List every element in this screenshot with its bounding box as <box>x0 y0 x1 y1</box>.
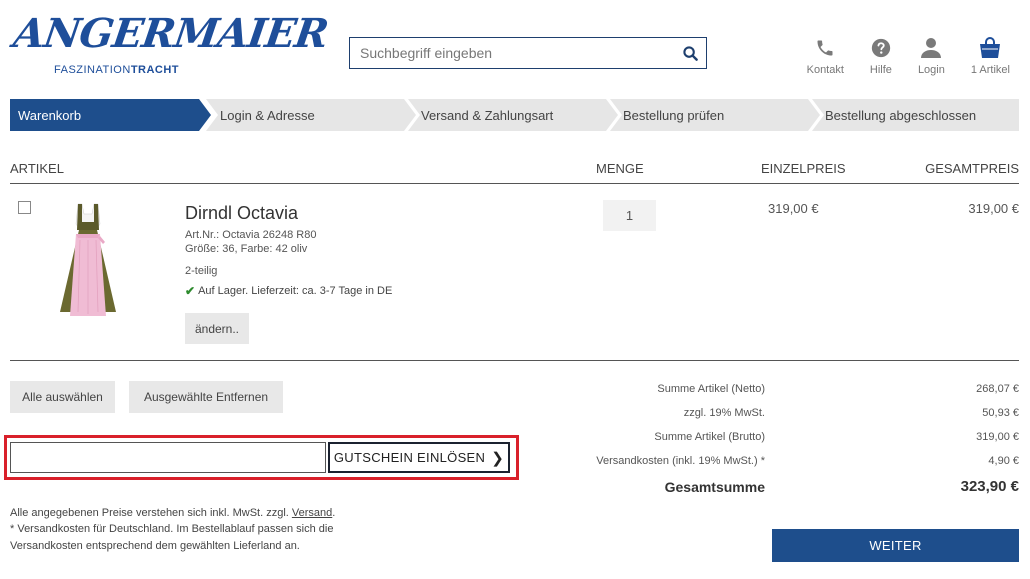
step-complete[interactable]: Bestellung abgeschlossen <box>812 99 1019 131</box>
step-review-label: Bestellung prüfen <box>623 107 725 123</box>
help-label: Hilfe <box>869 64 892 76</box>
stock-status: ✔ Auf Lager. Lieferzeit: ca. 3-7 Tage in… <box>185 284 392 298</box>
item-name[interactable]: Dirndl Octavia <box>185 203 298 224</box>
shipping-note-1: * Versandkosten für Deutschland. Im Best… <box>10 523 334 535</box>
redeem-voucher-button[interactable]: GUTSCHEIN EINLÖSEN ❯ <box>328 442 510 473</box>
remove-selected-button[interactable]: Ausgewählte Entfernen <box>129 381 283 413</box>
checkmark-icon: ✔ <box>185 284 196 298</box>
item-checkbox[interactable] <box>18 201 31 214</box>
column-unit-price: EINZELPREIS <box>761 161 846 176</box>
shipping-link[interactable]: Versand <box>292 507 332 519</box>
total-price: 319,00 € <box>968 201 1019 216</box>
quantity-field[interactable]: 1 <box>603 200 656 231</box>
cart-table-header: ARTIKEL MENGE EINZELPREIS GESAMTPREIS <box>10 161 1019 184</box>
change-item-button[interactable]: ändern.. <box>185 313 249 344</box>
stock-text: Auf Lager. Lieferzeit: ca. 3-7 Tage in D… <box>198 285 393 297</box>
row-divider <box>10 360 1019 361</box>
redeem-voucher-label: GUTSCHEIN EINLÖSEN <box>333 450 486 465</box>
search-button[interactable] <box>674 38 706 68</box>
price-note: Alle angegebenen Preise verstehen sich i… <box>10 507 335 519</box>
checkout-steps: Warenkorb Login & Adresse Versand & Zahl… <box>10 99 1019 131</box>
step-login-label: Login & Adresse <box>220 107 315 123</box>
search-icon <box>682 45 698 61</box>
voucher-code-input[interactable] <box>10 442 326 473</box>
grand-total-value: 323,90 € <box>960 478 1019 495</box>
step-shipping-label: Versand & Zahlungsart <box>421 107 554 123</box>
summary-gross-value: 319,00 € <box>976 431 1019 443</box>
continue-button[interactable]: WEITER <box>772 529 1019 562</box>
search-input[interactable] <box>350 38 674 68</box>
logo-tagline-2: TRACHT <box>130 64 180 76</box>
contact-link[interactable]: Kontakt <box>807 36 844 76</box>
cart-label: 1 Artikel <box>970 64 1010 76</box>
item-article-number: Art.Nr.: Octavia 26248 R80 <box>185 229 317 241</box>
summary-vat-value: 50,93 € <box>982 407 1019 419</box>
cart-icon <box>980 37 1001 58</box>
summary-net-value: 268,07 € <box>976 383 1019 395</box>
chevron-right-icon: ❯ <box>491 449 505 467</box>
shipping-note-2: Versandkosten entsprechend dem gewählten… <box>10 540 300 552</box>
column-total-price: GESAMTPREIS <box>925 161 1019 176</box>
logo[interactable]: ANGERMAIER FASZINATIONTRACHT <box>11 10 331 80</box>
summary-vat-label: zzgl. 19% MwSt. <box>683 407 765 419</box>
summary-net-label: Summe Artikel (Netto) <box>657 383 765 395</box>
item-parts: 2-teilig <box>185 265 218 277</box>
summary-shipping-label: Versandkosten (inkl. 19% MwSt.) * <box>596 455 765 467</box>
item-size-color: Größe: 36, Farbe: 42 oliv <box>185 243 308 255</box>
step-cart-label: Warenkorb <box>18 107 82 123</box>
step-login-address[interactable]: Login & Adresse <box>206 99 416 131</box>
product-image[interactable] <box>56 200 120 320</box>
unit-price: 319,00 € <box>768 201 819 216</box>
contact-label: Kontakt <box>806 64 844 76</box>
price-note-period: . <box>332 507 336 519</box>
summary-shipping-value: 4,90 € <box>988 455 1019 467</box>
login-link[interactable]: Login <box>918 36 945 76</box>
help-icon <box>871 38 891 58</box>
column-quantity: MENGE <box>596 161 644 176</box>
step-review[interactable]: Bestellung prüfen <box>610 99 820 131</box>
select-all-button[interactable]: Alle auswählen <box>10 381 115 413</box>
logo-tagline: FASZINATIONTRACHT <box>54 64 179 76</box>
phone-icon <box>817 40 833 56</box>
step-cart[interactable]: Warenkorb <box>10 99 211 131</box>
user-icon <box>921 38 942 58</box>
header-actions: Kontakt Hilfe Login 1 Artikel <box>781 36 1010 76</box>
price-note-text: Alle angegebenen Preise verstehen sich i… <box>10 507 289 519</box>
logo-wordmark: ANGERMAIER <box>10 10 331 57</box>
summary-gross-label: Summe Artikel (Brutto) <box>654 431 765 443</box>
cart-link[interactable]: 1 Artikel <box>971 36 1010 76</box>
step-complete-label: Bestellung abgeschlossen <box>825 107 977 123</box>
logo-tagline-1: FASZINATION <box>54 64 131 76</box>
search-bar <box>349 37 707 69</box>
login-label: Login <box>917 64 945 76</box>
grand-total-label: Gesamtsumme <box>664 479 765 495</box>
help-link[interactable]: Hilfe <box>870 36 892 76</box>
column-article: ARTIKEL <box>10 161 64 176</box>
step-shipping-payment[interactable]: Versand & Zahlungsart <box>408 99 618 131</box>
